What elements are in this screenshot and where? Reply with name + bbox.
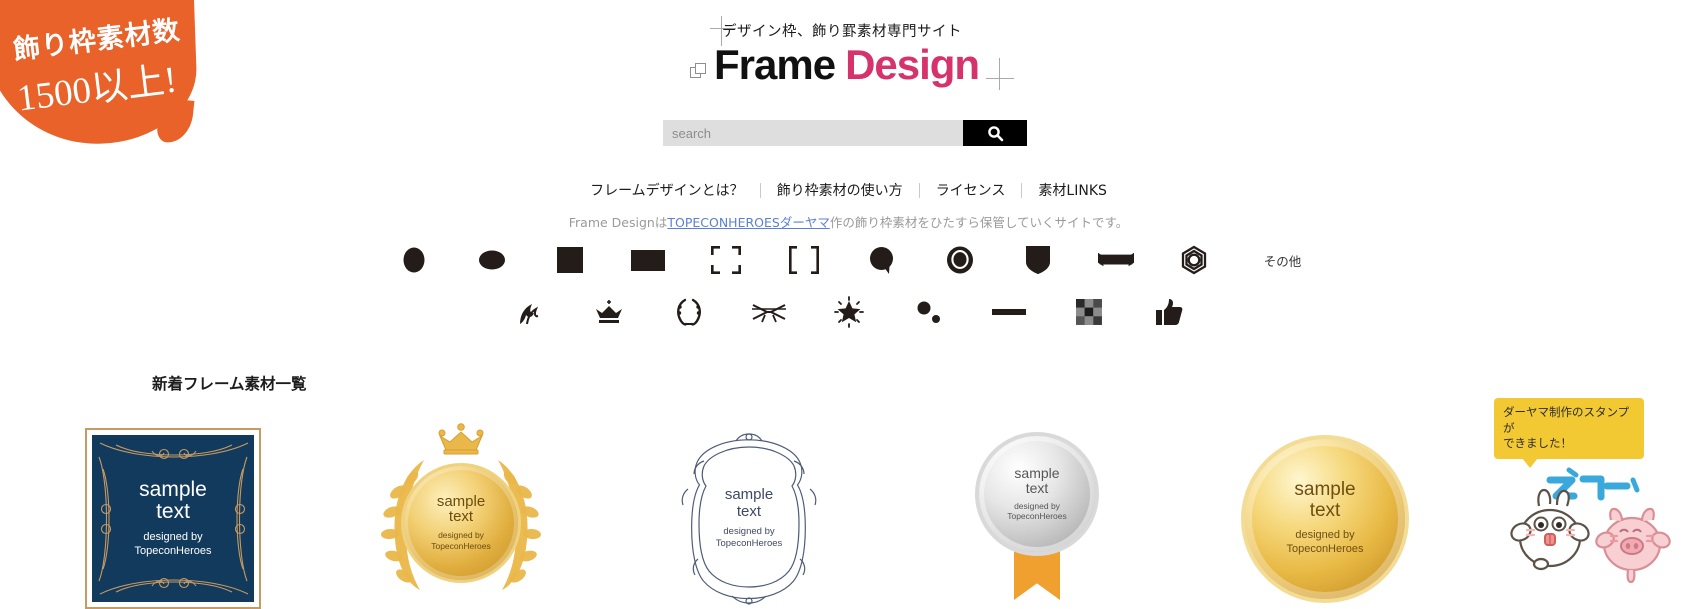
search-input[interactable]: [663, 120, 963, 146]
rectangle-icon[interactable]: [630, 244, 666, 276]
frame-outer-border: sample text designed by TopeconHeroes: [85, 428, 261, 609]
frame-caption: sample text designed by TopeconHeroes: [716, 487, 783, 550]
speech-bubble-icon[interactable]: [864, 244, 900, 276]
crown-icon: [438, 423, 484, 455]
nav-item-links[interactable]: 素材LINKS: [1022, 180, 1122, 200]
credit-line-1: designed by: [1014, 500, 1060, 511]
gallery-item-gold-medal[interactable]: sample text designed by TopeconHeroes: [1236, 428, 1414, 609]
gallery-item-silver-medal[interactable]: sample text designed by TopeconHeroes: [948, 428, 1126, 609]
square-icon[interactable]: [552, 244, 588, 276]
search-bar: [663, 120, 1027, 146]
stamp-promo-tooltip[interactable]: ダーヤマ制作のスタンプが できました！: [1494, 398, 1644, 468]
frame-caption: sample text designed by TopeconHeroes: [134, 477, 212, 559]
site-tagline: デザイン枠、飾り罫素材専門サイト: [722, 24, 962, 40]
credit-line-1: designed by: [723, 526, 775, 538]
medal-disc: sample text designed by TopeconHeroes: [1241, 434, 1409, 603]
nav-item-howto[interactable]: 飾り枠素材の使い方: [761, 180, 919, 200]
sample-text-line2: text: [448, 508, 474, 526]
credit-line-1: designed by: [1295, 529, 1355, 542]
stamp-illustration[interactable]: [1495, 460, 1685, 595]
overlapping-squares-icon: [690, 62, 707, 80]
credit-line-1: designed by: [438, 530, 484, 541]
corner-brackets-icon[interactable]: [708, 244, 744, 276]
sample-text-line2: text: [1309, 499, 1341, 521]
sample-text-line2: text: [736, 502, 762, 520]
sample-text-line2: text: [156, 500, 190, 524]
sample-text-line1: sample: [436, 492, 486, 510]
category-icon-row-1: その他: [0, 244, 1697, 276]
ribbon-banner-icon[interactable]: [1097, 244, 1134, 276]
sample-text-line1: sample: [1014, 465, 1060, 482]
category-other-label[interactable]: その他: [1264, 251, 1302, 270]
logo-block[interactable]: デザイン枠、飾り罫素材専門サイト Frame Design: [690, 16, 1020, 100]
crosshair-tick-vertical-right: [999, 58, 1000, 90]
credit-line-1: designed by: [143, 530, 203, 543]
laurel-wreath-icon[interactable]: [671, 296, 707, 328]
sample-text-line1: sample: [139, 477, 207, 501]
medal-disc: sample text designed by TopeconHeroes: [401, 462, 521, 583]
page-root: 飾り枠素材数 1500以上! デザイン枠、飾り罫素材専門サイト Frame De…: [0, 0, 1697, 609]
ornament-top-icon: [99, 442, 249, 460]
ornament-bottom-icon: [99, 577, 249, 595]
seal-badge-icon[interactable]: [942, 244, 978, 276]
line-rule-icon[interactable]: [991, 296, 1027, 328]
credit-line-2: TopeconHeroes: [1286, 543, 1364, 556]
nav-item-about[interactable]: フレームデザインとは？: [574, 180, 760, 200]
logo-text-frame: Frame: [714, 41, 836, 88]
shield-icon[interactable]: [1020, 244, 1056, 276]
description-before: Frame Designは: [568, 215, 668, 230]
credit-line-2: TopeconHeroes: [134, 544, 212, 557]
ellipse-horizontal-icon[interactable]: [474, 244, 510, 276]
ornate-frame: sample text designed by TopeconHeroes: [674, 431, 824, 606]
sample-text-line1: sample: [724, 486, 774, 504]
frame-gallery: sample text designed by TopeconHeroes sa…: [0, 423, 1697, 609]
category-icon-row-2: [0, 296, 1697, 328]
description-link[interactable]: TOPECONHEROESダーヤマ: [667, 215, 829, 230]
tooltip-line-2: できました！: [1503, 436, 1572, 451]
rosette-icon[interactable]: [1176, 244, 1212, 276]
logo-row: Frame Design: [690, 41, 980, 88]
medal-disc: sample text designed by TopeconHeroes: [975, 432, 1099, 556]
flourish-icon[interactable]: [511, 296, 547, 328]
ornament-left-icon: [98, 456, 112, 582]
checker-pattern-icon[interactable]: [1071, 296, 1107, 328]
gallery-item-navy-ornate[interactable]: sample text designed by TopeconHeroes: [85, 428, 263, 609]
credit-line-2: TopeconHeroes: [431, 540, 491, 551]
badge-text: 飾り枠素材数 1500以上!: [0, 0, 198, 166]
frame-inner-panel: sample text designed by TopeconHeroes: [92, 435, 254, 602]
tooltip-line-1: ダーヤマ制作のスタンプが: [1503, 405, 1630, 435]
ribbon-bow-icon[interactable]: [751, 296, 787, 328]
ellipse-vertical-icon[interactable]: [396, 244, 432, 276]
rabbit-character: [1510, 488, 1590, 571]
main-nav: フレームデザインとは？ 飾り枠素材の使い方 ライセンス 素材LINKS: [0, 180, 1697, 200]
gallery-item-gold-laurel-medal[interactable]: sample text designed by TopeconHeroes: [372, 423, 550, 609]
description-after: 作の飾り枠素材をひたすら保管していくサイトです。: [829, 215, 1129, 230]
credit-line-2: TopeconHeroes: [715, 538, 783, 549]
logo-text-design: Design: [845, 41, 980, 88]
thumbs-up-icon[interactable]: [1151, 296, 1187, 328]
nav-item-license[interactable]: ライセンス: [920, 180, 1022, 200]
section-title-new-frames: 新着フレーム素材一覧: [152, 375, 307, 393]
ornament-right-icon: [234, 456, 248, 582]
credit-line-2: TopeconHeroes: [1007, 511, 1067, 522]
search-icon: [987, 125, 1003, 141]
search-button[interactable]: [963, 120, 1027, 146]
crosshair-tick-horizontal-right: [986, 78, 1014, 79]
rabbit-and-pig-stamp-icon: [1510, 467, 1671, 584]
sparkle-star-icon[interactable]: [831, 296, 867, 328]
gallery-item-white-ornate[interactable]: sample text designed by TopeconHeroes: [660, 428, 838, 609]
dots-icon[interactable]: [911, 296, 947, 328]
sample-text-line1: sample: [1294, 479, 1356, 501]
crown-icon[interactable]: [591, 296, 627, 328]
square-brackets-icon[interactable]: [786, 244, 822, 276]
site-description: Frame DesignはTOPECONHEROESダーヤマ作の飾り枠素材をひた…: [0, 212, 1697, 231]
sample-text-line2: text: [1025, 479, 1049, 496]
